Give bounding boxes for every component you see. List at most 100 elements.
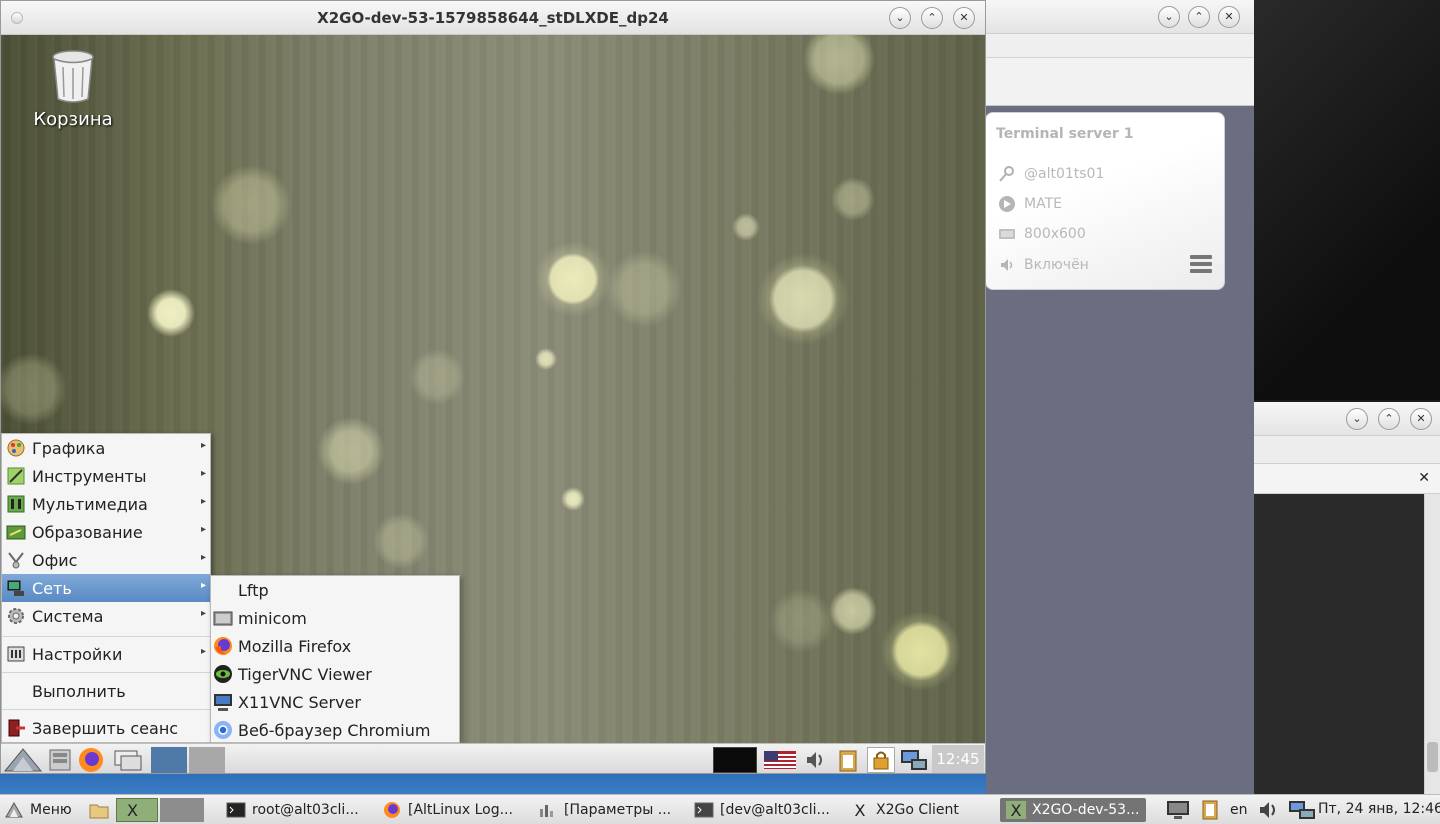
menu-item-system[interactable]: Система ▸ — [2, 602, 210, 630]
taskbar-item-x2go-session[interactable]: X X2GO-dev-53... — [1000, 798, 1146, 822]
menu-item-logout[interactable]: Завершить сеанс — [2, 714, 210, 742]
screen-lock-icon[interactable] — [867, 747, 895, 773]
trash-label[interactable]: Корзина — [21, 109, 125, 130]
close-button[interactable]: ✕ — [1410, 408, 1432, 430]
terminal-icon — [226, 801, 246, 819]
x2go-session-window: X2GO-dev-53-1579858644_stDLXDE_dp24 ⌄ ⌃ … — [0, 0, 986, 774]
window-title: X2GO-dev-53-1579858644_stDLXDE_dp24 — [317, 9, 669, 27]
system-icon — [6, 606, 28, 626]
cpu-monitor — [713, 747, 757, 773]
minimize-button[interactable]: ⌄ — [1346, 408, 1368, 430]
firefox-icon — [382, 801, 402, 819]
file-manager-icon[interactable] — [47, 747, 73, 773]
network-status-icon[interactable] — [899, 747, 929, 773]
menu-item-graphics[interactable]: Графика ▸ — [2, 434, 210, 462]
session-card-server: @alt01ts01 — [998, 165, 1104, 183]
keyboard-layout-flag-icon[interactable] — [763, 747, 797, 773]
clipboard-icon[interactable] — [1198, 798, 1224, 822]
submenu-item-minicom[interactable]: minicom — [211, 604, 459, 632]
host-menu-button[interactable]: Меню — [4, 798, 84, 822]
submenu-item-x11vnc[interactable]: X11VNC Server — [211, 688, 459, 716]
terminal-scrollbar[interactable] — [1424, 494, 1440, 794]
firefox-launcher-icon[interactable] — [77, 747, 105, 773]
screen-icon[interactable] — [1164, 798, 1194, 822]
menu-separator — [2, 636, 210, 637]
logout-icon — [6, 718, 28, 738]
submenu-item-firefox[interactable]: Mozilla Firefox — [211, 632, 459, 660]
clipboard-icon[interactable] — [835, 747, 861, 773]
chromium-icon — [212, 719, 234, 741]
settings-icon — [6, 644, 28, 664]
terminal-menubar — [1254, 436, 1440, 464]
menu-item-education[interactable]: Образование ▸ — [2, 518, 210, 546]
taskbar-item-dev-terminal[interactable]: [dev@alt03cli... — [694, 798, 840, 822]
trash-icon[interactable] — [51, 49, 95, 103]
network-status-icon[interactable] — [1288, 798, 1316, 822]
client-toolbar — [980, 58, 1254, 106]
menu-item-network[interactable]: Сеть ▸ — [2, 574, 210, 602]
menu-item-office[interactable]: Офис ▸ — [2, 546, 210, 574]
network-icon — [6, 578, 28, 598]
session-card[interactable]: Terminal server 1 @alt01ts01 MATE 800x60… — [985, 112, 1225, 290]
folder-launcher-icon[interactable] — [88, 798, 112, 822]
session-card-desktop: MATE — [998, 195, 1062, 213]
scrollbar-thumb[interactable] — [1427, 742, 1438, 772]
menu-item-multimedia[interactable]: Мультимедиа ▸ — [2, 490, 210, 518]
terminal-titlebar: ⌄ ⌃ ✕ — [1254, 402, 1440, 436]
submenu-item-lftp[interactable]: Lftp — [211, 576, 459, 604]
menu-item-settings[interactable]: Настройки ▸ — [2, 640, 210, 668]
lxde-menu-icon[interactable] — [3, 745, 43, 773]
alt-logo-icon — [4, 801, 24, 819]
submenu-arrow-icon: ▸ — [200, 468, 206, 479]
menu-item-run[interactable]: Выполнить — [2, 677, 210, 705]
multimedia-icon — [6, 494, 28, 514]
submenu-item-tigervnc[interactable]: TigerVNC Viewer — [211, 660, 459, 688]
hamburger-menu-icon[interactable] — [1190, 255, 1212, 275]
terminal-tabbar: ✕ — [1254, 464, 1440, 494]
firefox-icon — [212, 635, 234, 657]
show-desktop-icon[interactable] — [111, 747, 145, 773]
terminal-window: ⌄ ⌃ ✕ ✕ — [1254, 402, 1440, 794]
maximize-button[interactable]: ⌃ — [1188, 6, 1210, 28]
workspace-2[interactable] — [189, 747, 225, 773]
taskbar-item-altlinux-log[interactable]: [AltLinux Log... — [382, 798, 528, 822]
menu-separator — [2, 709, 210, 710]
taskbar-item-x2go-client[interactable]: X X2Go Client — [850, 798, 996, 822]
client-titlebar: ⌄ ⌃ ✕ — [980, 0, 1254, 34]
maximize-button[interactable]: ⌃ — [1378, 408, 1400, 430]
office-icon — [6, 550, 28, 570]
volume-icon[interactable] — [803, 747, 829, 773]
workspace-switcher-2[interactable] — [160, 798, 204, 822]
menu-item-tools[interactable]: Инструменты ▸ — [2, 462, 210, 490]
submenu-item-chromium[interactable]: Веб-браузер Chromium — [211, 716, 459, 744]
terminal-icon — [694, 801, 714, 819]
key-icon — [998, 165, 1016, 183]
display-icon — [998, 225, 1016, 243]
minimize-button[interactable]: ⌄ — [1158, 6, 1180, 28]
remote-panel: 12:45 — [1, 743, 985, 773]
session-card-resolution: 800x600 — [998, 225, 1086, 243]
workspace-1[interactable] — [151, 747, 187, 773]
close-button[interactable]: ✕ — [1218, 6, 1240, 28]
volume-icon[interactable] — [1256, 798, 1284, 822]
workspace-switcher-1[interactable]: X — [116, 798, 158, 822]
minimize-button[interactable]: ⌄ — [889, 7, 911, 29]
submenu-arrow-icon: ▸ — [200, 646, 206, 657]
keyboard-layout-indicator[interactable]: en — [1230, 798, 1252, 822]
close-button[interactable]: ✕ — [953, 7, 975, 29]
dark-background — [1252, 0, 1440, 400]
taskbar-item-parameters[interactable]: [Параметры ... — [538, 798, 684, 822]
host-clock[interactable]: Пт, 24 янв, 12:46 — [1318, 801, 1440, 817]
session-titlebar[interactable]: X2GO-dev-53-1579858644_stDLXDE_dp24 ⌄ ⌃ … — [1, 1, 985, 35]
taskbar-item-root-terminal[interactable]: root@alt03cli... — [226, 798, 372, 822]
panel-clock[interactable]: 12:45 — [932, 745, 984, 773]
minicom-icon — [212, 607, 234, 629]
maximize-button[interactable]: ⌃ — [921, 7, 943, 29]
close-tab-icon[interactable]: ✕ — [1418, 470, 1430, 486]
session-type-icon — [998, 195, 1016, 213]
submenu-arrow-icon: ▸ — [200, 524, 206, 535]
session-card-title: Terminal server 1 — [996, 126, 1134, 142]
client-menubar — [980, 34, 1254, 58]
submenu-arrow-icon: ▸ — [200, 496, 206, 507]
submenu-arrow-icon: ▸ — [200, 608, 206, 619]
